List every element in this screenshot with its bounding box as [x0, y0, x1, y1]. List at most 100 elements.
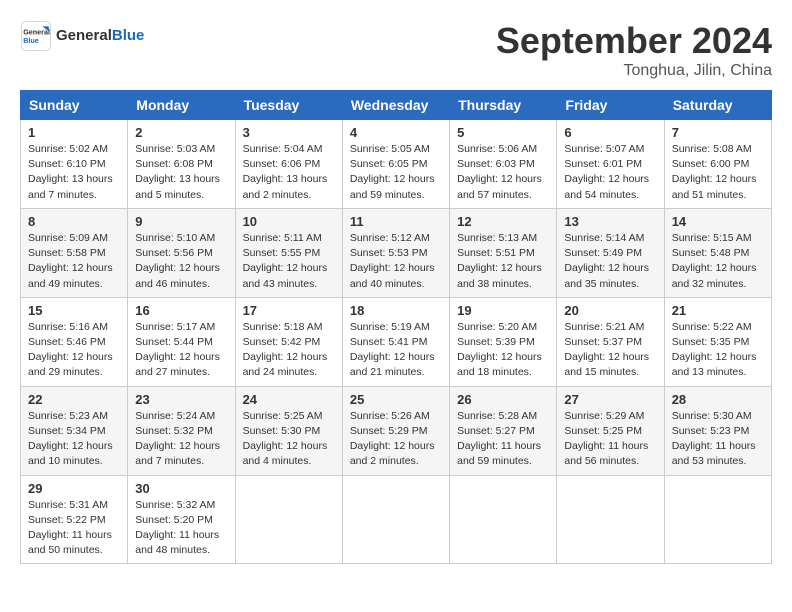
calendar-cell	[450, 475, 557, 564]
day-info: Sunrise: 5:09 AMSunset: 5:58 PMDaylight:…	[28, 231, 120, 292]
day-number: 30	[135, 481, 227, 496]
day-number: 24	[243, 392, 335, 407]
day-info: Sunrise: 5:06 AMSunset: 6:03 PMDaylight:…	[457, 142, 549, 203]
logo: General Blue GeneralBlue	[20, 20, 144, 52]
day-number: 7	[672, 125, 764, 140]
calendar-cell	[557, 475, 664, 564]
calendar-cell: 30 Sunrise: 5:32 AMSunset: 5:20 PMDayligh…	[128, 475, 235, 564]
day-number: 9	[135, 214, 227, 229]
day-number: 2	[135, 125, 227, 140]
calendar-cell: 27 Sunrise: 5:29 AMSunset: 5:25 PMDayligh…	[557, 386, 664, 475]
day-number: 26	[457, 392, 549, 407]
calendar-cell: 28 Sunrise: 5:30 AMSunset: 5:23 PMDayligh…	[664, 386, 771, 475]
day-number: 19	[457, 303, 549, 318]
day-number: 14	[672, 214, 764, 229]
day-info: Sunrise: 5:15 AMSunset: 5:48 PMDaylight:…	[672, 231, 764, 292]
day-info: Sunrise: 5:32 AMSunset: 5:20 PMDaylight:…	[135, 498, 227, 559]
title-block: September 2024 Tonghua, Jilin, China	[496, 20, 772, 80]
day-info: Sunrise: 5:16 AMSunset: 5:46 PMDaylight:…	[28, 320, 120, 381]
week-row-3: 15 Sunrise: 5:16 AMSunset: 5:46 PMDayligh…	[21, 297, 772, 386]
calendar-cell: 8Sunrise: 5:09 AMSunset: 5:58 PMDaylight…	[21, 208, 128, 297]
calendar-cell: 21Sunrise: 5:22 AMSunset: 5:35 PMDayligh…	[664, 297, 771, 386]
day-info: Sunrise: 5:21 AMSunset: 5:37 PMDaylight:…	[564, 320, 656, 381]
day-number: 15	[28, 303, 120, 318]
day-info: Sunrise: 5:28 AMSunset: 5:27 PMDaylight:…	[457, 409, 549, 470]
col-header-saturday: Saturday	[664, 91, 771, 120]
col-header-sunday: Sunday	[21, 91, 128, 120]
calendar-cell: 26 Sunrise: 5:28 AMSunset: 5:27 PMDayligh…	[450, 386, 557, 475]
day-info: Sunrise: 5:26 AMSunset: 5:29 PMDaylight:…	[350, 409, 442, 470]
day-info: Sunrise: 5:20 AMSunset: 5:39 PMDaylight:…	[457, 320, 549, 381]
day-number: 3	[243, 125, 335, 140]
calendar-cell	[235, 475, 342, 564]
calendar-cell: 14 Sunrise: 5:15 AMSunset: 5:48 PMDayligh…	[664, 208, 771, 297]
calendar-cell: 20 Sunrise: 5:21 AMSunset: 5:37 PMDayligh…	[557, 297, 664, 386]
week-row-2: 8Sunrise: 5:09 AMSunset: 5:58 PMDaylight…	[21, 208, 772, 297]
day-number: 6	[564, 125, 656, 140]
calendar-cell: 6 Sunrise: 5:07 AMSunset: 6:01 PMDaylight…	[557, 120, 664, 209]
day-number: 29	[28, 481, 120, 496]
calendar-cell: 9 Sunrise: 5:10 AMSunset: 5:56 PMDaylight…	[128, 208, 235, 297]
day-number: 17	[243, 303, 335, 318]
day-info: Sunrise: 5:30 AMSunset: 5:23 PMDaylight:…	[672, 409, 764, 470]
calendar-cell: 23 Sunrise: 5:24 AMSunset: 5:32 PMDayligh…	[128, 386, 235, 475]
day-number: 18	[350, 303, 442, 318]
svg-text:Blue: Blue	[23, 36, 39, 45]
calendar-cell: 5 Sunrise: 5:06 AMSunset: 6:03 PMDaylight…	[450, 120, 557, 209]
day-number: 5	[457, 125, 549, 140]
col-header-friday: Friday	[557, 91, 664, 120]
calendar-cell: 2 Sunrise: 5:03 AMSunset: 6:08 PMDaylight…	[128, 120, 235, 209]
day-number: 22	[28, 392, 120, 407]
calendar-cell: 1Sunrise: 5:02 AMSunset: 6:10 PMDaylight…	[21, 120, 128, 209]
week-row-1: 1Sunrise: 5:02 AMSunset: 6:10 PMDaylight…	[21, 120, 772, 209]
day-info: Sunrise: 5:10 AMSunset: 5:56 PMDaylight:…	[135, 231, 227, 292]
calendar-cell	[342, 475, 449, 564]
day-number: 20	[564, 303, 656, 318]
logo-icon: General Blue	[20, 20, 52, 52]
location-subtitle: Tonghua, Jilin, China	[496, 62, 772, 80]
calendar-cell: 11 Sunrise: 5:12 AMSunset: 5:53 PMDayligh…	[342, 208, 449, 297]
calendar-cell	[664, 475, 771, 564]
day-info: Sunrise: 5:07 AMSunset: 6:01 PMDaylight:…	[564, 142, 656, 203]
day-number: 11	[350, 214, 442, 229]
calendar-cell: 29Sunrise: 5:31 AMSunset: 5:22 PMDayligh…	[21, 475, 128, 564]
calendar-cell: 19 Sunrise: 5:20 AMSunset: 5:39 PMDayligh…	[450, 297, 557, 386]
day-number: 4	[350, 125, 442, 140]
calendar-header-row: SundayMondayTuesdayWednesdayThursdayFrid…	[21, 91, 772, 120]
day-number: 25	[350, 392, 442, 407]
day-info: Sunrise: 5:14 AMSunset: 5:49 PMDaylight:…	[564, 231, 656, 292]
day-info: Sunrise: 5:05 AMSunset: 6:05 PMDaylight:…	[350, 142, 442, 203]
day-info: Sunrise: 5:18 AMSunset: 5:42 PMDaylight:…	[243, 320, 335, 381]
day-number: 23	[135, 392, 227, 407]
day-number: 21	[672, 303, 764, 318]
day-info: Sunrise: 5:29 AMSunset: 5:25 PMDaylight:…	[564, 409, 656, 470]
page-header: General Blue GeneralBlue September 2024 …	[20, 20, 772, 80]
day-info: Sunrise: 5:08 AMSunset: 6:00 PMDaylight:…	[672, 142, 764, 203]
day-number: 27	[564, 392, 656, 407]
day-info: Sunrise: 5:02 AMSunset: 6:10 PMDaylight:…	[28, 142, 120, 203]
day-info: Sunrise: 5:24 AMSunset: 5:32 PMDaylight:…	[135, 409, 227, 470]
col-header-monday: Monday	[128, 91, 235, 120]
day-info: Sunrise: 5:03 AMSunset: 6:08 PMDaylight:…	[135, 142, 227, 203]
calendar-cell: 25 Sunrise: 5:26 AMSunset: 5:29 PMDayligh…	[342, 386, 449, 475]
calendar-cell: 3 Sunrise: 5:04 AMSunset: 6:06 PMDaylight…	[235, 120, 342, 209]
col-header-tuesday: Tuesday	[235, 91, 342, 120]
day-info: Sunrise: 5:13 AMSunset: 5:51 PMDaylight:…	[457, 231, 549, 292]
week-row-4: 22Sunrise: 5:23 AMSunset: 5:34 PMDayligh…	[21, 386, 772, 475]
day-number: 12	[457, 214, 549, 229]
day-number: 10	[243, 214, 335, 229]
col-header-wednesday: Wednesday	[342, 91, 449, 120]
calendar-cell: 15 Sunrise: 5:16 AMSunset: 5:46 PMDayligh…	[21, 297, 128, 386]
calendar-cell: 16Sunrise: 5:17 AMSunset: 5:44 PMDayligh…	[128, 297, 235, 386]
day-number: 13	[564, 214, 656, 229]
day-info: Sunrise: 5:17 AMSunset: 5:44 PMDaylight:…	[135, 320, 227, 381]
day-info: Sunrise: 5:12 AMSunset: 5:53 PMDaylight:…	[350, 231, 442, 292]
calendar-cell: 4 Sunrise: 5:05 AMSunset: 6:05 PMDaylight…	[342, 120, 449, 209]
day-number: 28	[672, 392, 764, 407]
month-title: September 2024	[496, 20, 772, 62]
calendar-cell: 10 Sunrise: 5:11 AMSunset: 5:55 PMDayligh…	[235, 208, 342, 297]
calendar-table: SundayMondayTuesdayWednesdayThursdayFrid…	[20, 90, 772, 564]
day-info: Sunrise: 5:04 AMSunset: 6:06 PMDaylight:…	[243, 142, 335, 203]
day-info: Sunrise: 5:11 AMSunset: 5:55 PMDaylight:…	[243, 231, 335, 292]
logo-blue: Blue	[112, 27, 145, 44]
